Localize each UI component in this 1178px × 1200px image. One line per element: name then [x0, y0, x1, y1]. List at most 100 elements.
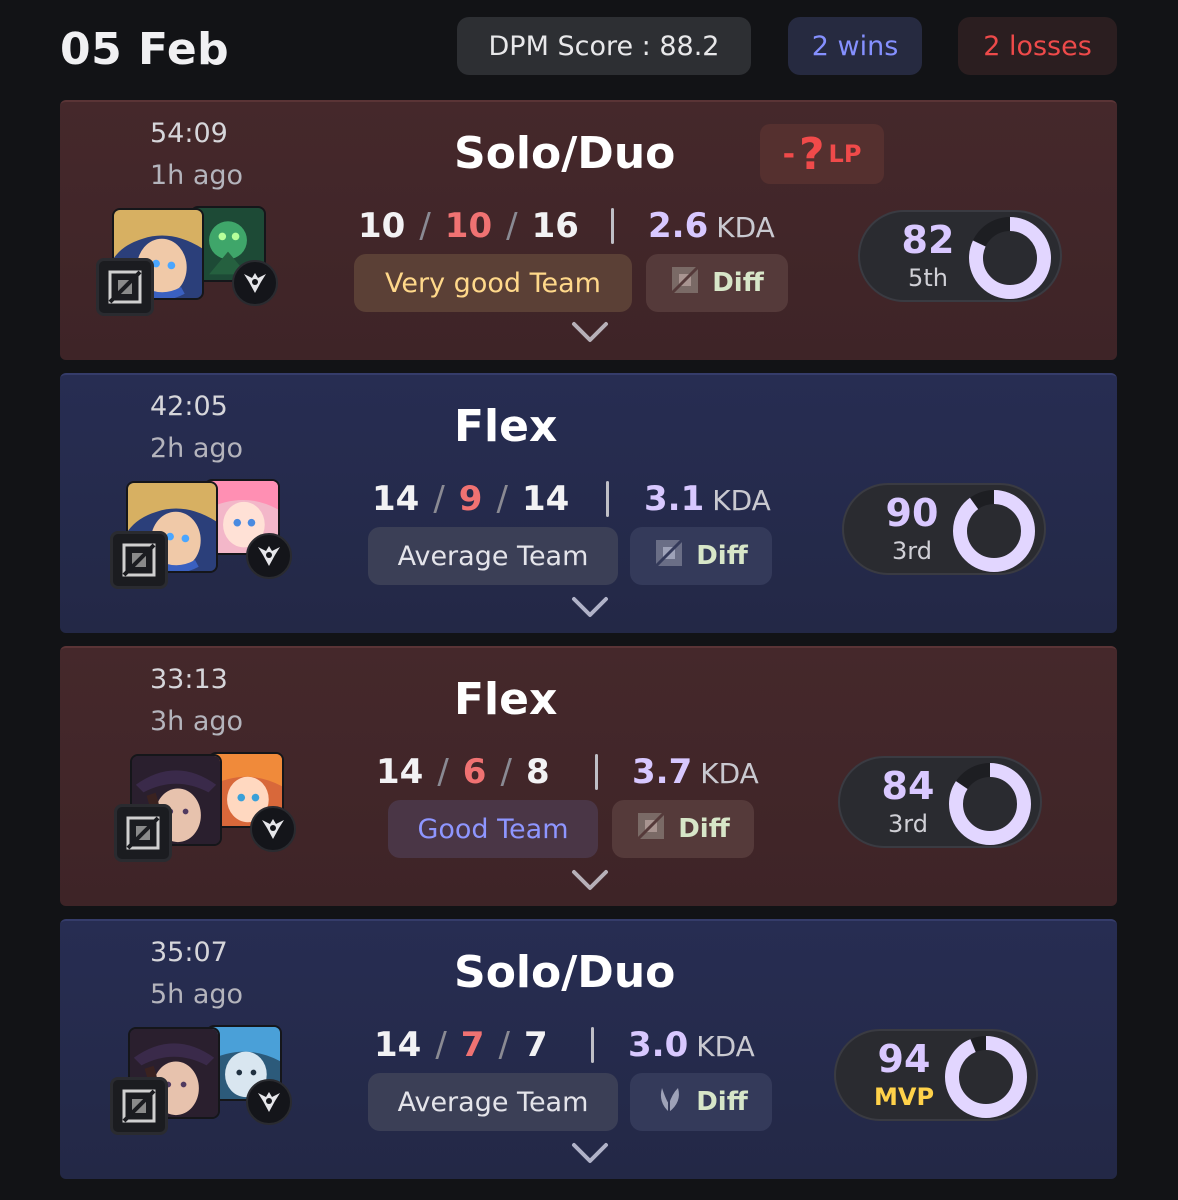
performance-score: 82 5th: [858, 210, 1062, 302]
kda-separator: /: [419, 206, 431, 246]
lp-change-badge: - ? LP: [760, 124, 884, 184]
queue-type: Solo/Duo: [454, 128, 676, 179]
team-rating-badge: Very good Team: [354, 254, 632, 312]
spell-icon: [246, 1079, 292, 1125]
performance-score: 90 3rd: [842, 483, 1046, 575]
kills-value: 14: [372, 479, 420, 519]
score-rank: 3rd: [888, 810, 928, 838]
lp-value: ?: [799, 128, 825, 180]
kda-separator: /: [437, 752, 449, 792]
diff-button[interactable]: Diff: [630, 1073, 772, 1131]
kda-separator: /: [498, 1025, 510, 1065]
kda-unit: KDA: [700, 757, 759, 790]
kda-unit: KDA: [712, 484, 771, 517]
kda-ratio-value: 3.0: [628, 1025, 689, 1065]
match-card[interactable]: 35:07 5h ago Solo/Duo 14 / 7 / 7 3.0 KDA Aver…: [60, 919, 1117, 1179]
kda-divider: [611, 208, 614, 244]
chevron-down-icon[interactable]: [570, 868, 610, 892]
losses-badge: 2 losses: [958, 17, 1117, 75]
score-value: 82: [901, 218, 955, 262]
score-rank: 3rd: [892, 537, 932, 565]
queue-type: Flex: [454, 401, 558, 452]
team-rating-badge: Average Team: [368, 527, 618, 585]
deaths-value: 10: [444, 206, 493, 246]
performance-score: 84 3rd: [838, 756, 1042, 848]
kills-value: 14: [376, 752, 424, 792]
kda-divider: [606, 481, 609, 517]
kda-line: 10 / 10 / 16: [358, 206, 579, 246]
diff-button[interactable]: Diff: [630, 527, 772, 585]
spell-icon: [250, 806, 296, 852]
lp-sign: -: [782, 136, 796, 172]
chevron-down-icon[interactable]: [570, 595, 610, 619]
chevron-down-icon[interactable]: [570, 1141, 610, 1165]
score-value: 84: [881, 764, 935, 808]
rune-icon: [96, 258, 154, 316]
kda-separator: /: [500, 752, 512, 792]
assists-value: 16: [531, 206, 579, 246]
diff-button[interactable]: Diff: [646, 254, 788, 312]
assists-value: 8: [525, 752, 550, 792]
score-ring-icon: [953, 490, 1035, 572]
kda-separator: /: [496, 479, 508, 519]
lp-unit: LP: [828, 140, 862, 168]
match-card[interactable]: 54:09 1h ago Solo/Duo - ? LP 10 / 10 / 16 2.…: [60, 100, 1117, 360]
score-value: 94: [877, 1037, 931, 1081]
deaths-value: 7: [460, 1025, 485, 1065]
match-card[interactable]: 42:05 2h ago Flex 14 / 9 / 14 3.1 KDA Average…: [60, 373, 1117, 633]
kda-ratio-value: 3.7: [632, 752, 693, 792]
kda-ratio: 2.6 KDA: [648, 206, 775, 246]
diff-label: Diff: [696, 541, 748, 571]
kda-ratio: 3.7 KDA: [632, 752, 759, 792]
score-rank: 5th: [908, 264, 948, 292]
kda-ratio-value: 2.6: [648, 206, 709, 246]
assists-value: 14: [521, 479, 570, 519]
diff-label: Diff: [712, 268, 764, 298]
match-duration: 42:05: [150, 391, 228, 422]
kda-ratio-value: 3.1: [644, 479, 705, 519]
kda-line: 14 / 9 / 14: [372, 479, 569, 519]
score-ring-icon: [949, 763, 1031, 845]
diff-square-icon: [636, 811, 666, 848]
match-time-ago: 1h ago: [150, 160, 244, 191]
match-duration: 35:07: [150, 937, 228, 968]
match-duration: 33:13: [150, 664, 228, 695]
queue-type: Flex: [454, 674, 558, 725]
rune-icon: [110, 531, 168, 589]
rune-icon: [110, 1077, 168, 1135]
kills-value: 10: [358, 206, 406, 246]
deaths-value: 9: [458, 479, 483, 519]
match-card[interactable]: 33:13 3h ago Flex 14 / 6 / 8 3.7 KDA Good Tea…: [60, 646, 1117, 906]
kills-value: 14: [374, 1025, 422, 1065]
spell-icon: [246, 533, 292, 579]
match-duration: 54:09: [150, 118, 228, 149]
assists-value: 7: [523, 1025, 548, 1065]
deaths-value: 6: [462, 752, 487, 792]
page-title-date: 05 Feb: [60, 24, 230, 75]
team-rating-badge: Good Team: [388, 800, 598, 858]
kda-separator: /: [435, 1025, 447, 1065]
diff-label: Diff: [696, 1087, 748, 1117]
diff-label: Diff: [678, 814, 730, 844]
wins-badge: 2 wins: [788, 17, 922, 75]
kda-separator: /: [506, 206, 518, 246]
score-ring-icon: [969, 217, 1051, 299]
score-ring-icon: [945, 1036, 1027, 1118]
match-time-ago: 5h ago: [150, 979, 244, 1010]
team-rating-badge: Average Team: [368, 1073, 618, 1131]
dpm-score-badge: DPM Score : 88.2: [457, 17, 751, 75]
kda-ratio: 3.0 KDA: [628, 1025, 755, 1065]
score-rank-mvp: MVP: [874, 1083, 935, 1111]
score-value: 90: [885, 491, 939, 535]
rune-icon: [114, 804, 172, 862]
diff-square-icon: [654, 538, 684, 575]
kda-separator: /: [433, 479, 445, 519]
performance-score: 94 MVP: [834, 1029, 1038, 1121]
match-time-ago: 2h ago: [150, 433, 244, 464]
diff-button[interactable]: Diff: [612, 800, 754, 858]
diff-square-icon: [670, 265, 700, 302]
kda-line: 14 / 6 / 8: [376, 752, 550, 792]
chevron-down-icon[interactable]: [570, 320, 610, 344]
kda-ratio: 3.1 KDA: [644, 479, 771, 519]
kda-unit: KDA: [696, 1030, 755, 1063]
